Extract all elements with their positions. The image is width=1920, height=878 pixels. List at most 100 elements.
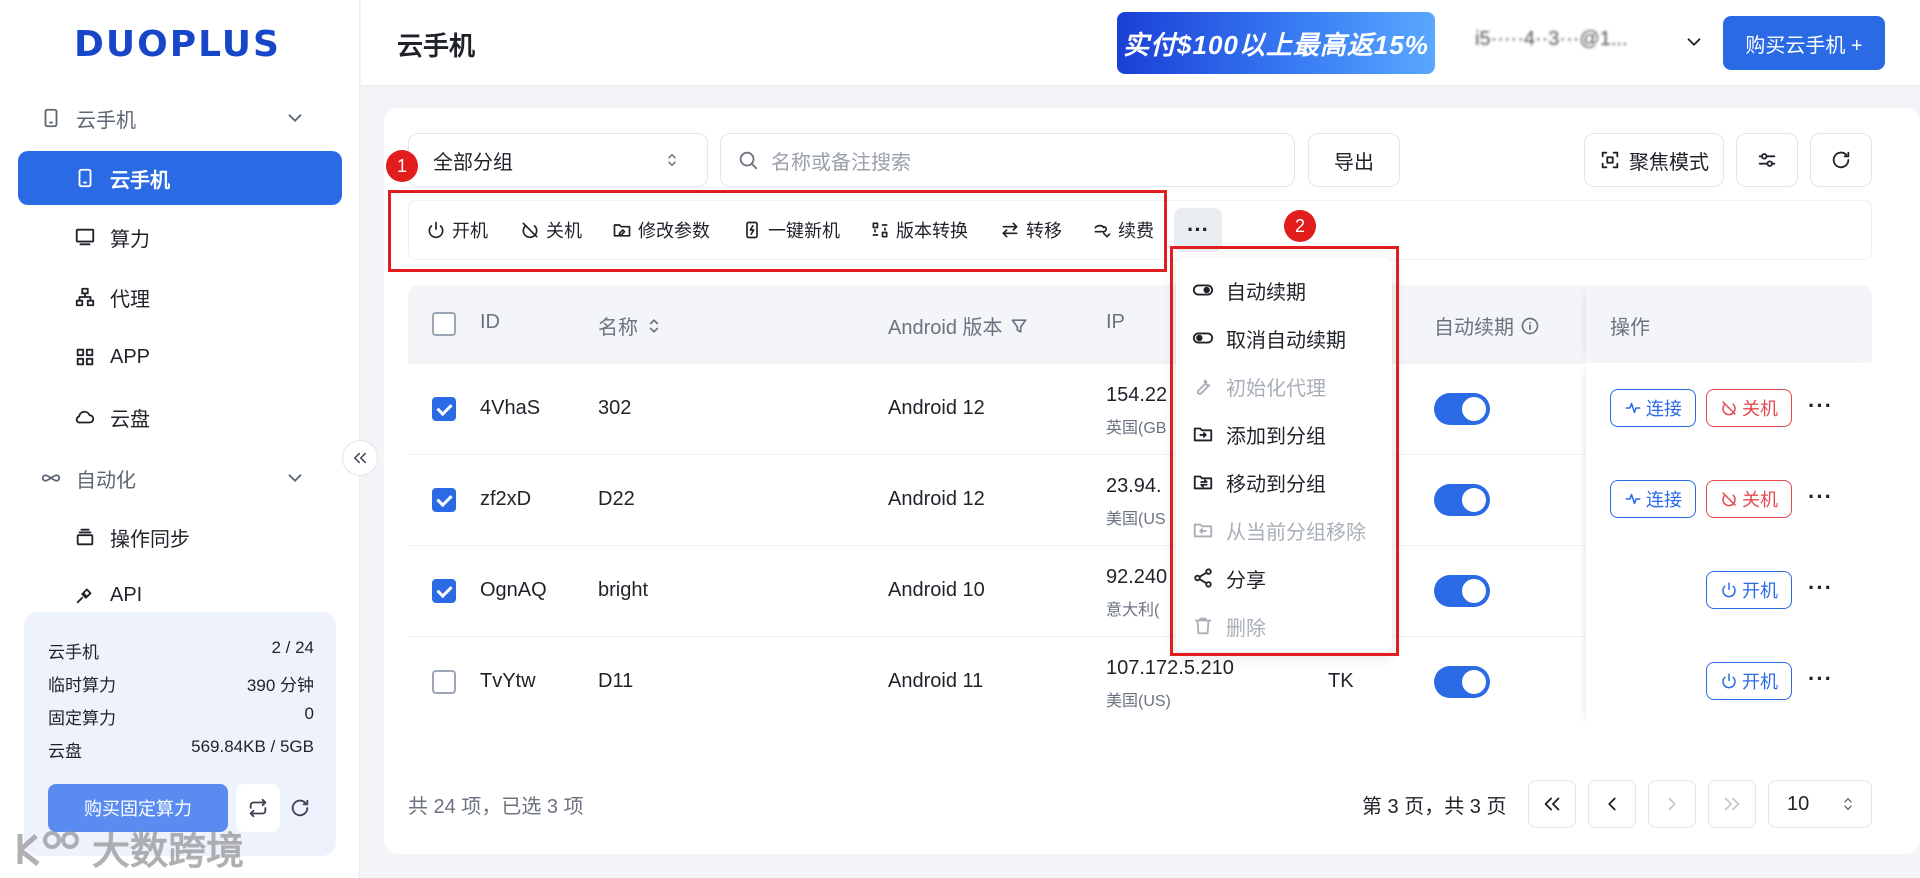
sidebar-item-cloud-phone[interactable]: 云手机 [18,151,342,205]
first-page-button[interactable] [1528,780,1576,828]
column-label: 名称 [598,317,638,339]
row-more-button[interactable]: ··· [1808,393,1833,419]
power-icon [1722,582,1736,598]
refresh-button[interactable] [1810,133,1872,187]
select-all-checkbox[interactable] [432,312,456,336]
connect-button[interactable]: 连接 [1610,389,1696,427]
cell-name: D11 [598,670,634,692]
sidebar-item-api[interactable]: API [18,570,342,606]
grid-icon [76,348,94,366]
shutdown-button[interactable]: 关机 [1706,389,1792,427]
search-icon [739,151,758,170]
button-label: 连接 [1646,490,1682,510]
refresh-stats-button[interactable] [284,784,316,832]
sidebar-item-label: 云盘 [110,408,150,431]
chevron-down-icon[interactable] [1683,31,1705,53]
cell-id: zf2xD [480,488,532,510]
sidebar-item-label: 代理 [110,288,150,311]
watermark-text: 大数跨境 [92,831,245,873]
cell-ip: 154.22 [1106,384,1168,406]
auto-renew-toggle[interactable] [1434,575,1490,607]
boot-button[interactable]: 开机 [1706,571,1792,609]
annotation-box-1 [388,190,1167,272]
focus-mode-label: 聚焦模式 [1629,151,1709,174]
actions-column: 连接 关机 ··· 连接 关机 ··· 开机 ··· 开机 ··· [1586,363,1872,725]
column-name[interactable]: 名称 [598,311,664,340]
stat-label: 云手机 [48,643,99,662]
boot-button[interactable]: 开机 [1706,662,1792,700]
duoplus-logo[interactable]: DUOPLUS [74,24,281,65]
cell-extra: TK [1328,670,1354,692]
actions-column-header: 操作 [1586,285,1872,363]
sidebar-item-label: 算力 [110,228,150,251]
last-page-button [1708,780,1756,828]
filter-settings-button[interactable] [1736,133,1798,187]
stat-row: 云盘 569.84KB / 5GB [48,737,314,762]
sidebar-item-proxy[interactable]: 代理 [18,270,342,324]
sidebar-item-compute[interactable]: 算力 [18,210,342,264]
stat-row: 临时算力 390 分钟 [48,671,314,696]
search-input[interactable]: 名称或备注搜索 [720,133,1295,187]
watermark: 大数跨境 [12,820,244,875]
row-more-button[interactable]: ··· [1808,484,1833,510]
cell-android: Android 12 [888,488,985,510]
collapse-sidebar-button[interactable] [342,440,378,476]
row-more-button[interactable]: ··· [1808,666,1833,692]
column-android[interactable]: Android 版本 [888,311,1029,340]
shutdown-button[interactable]: 关机 [1706,480,1792,518]
info-icon[interactable] [1520,316,1540,336]
watermark-logo-icon [17,830,79,866]
sidebar-item-label: 云手机 [110,169,170,192]
group-select[interactable]: 全部分组 [408,133,708,187]
top-header: 云手机 实付$100以上最高返15% i5·····4··3···@1... 购… [361,0,1920,86]
stat-value: 2 / 24 [271,638,314,657]
chevron-down-icon [288,114,302,122]
sort-arrows-icon [1844,798,1852,810]
row-checkbox[interactable] [432,397,456,421]
buy-cloud-phone-button[interactable]: 购买云手机 + [1723,16,1885,70]
stat-row: 固定算力 0 [48,704,314,729]
cell-android: Android 11 [888,670,984,692]
annotation-box-2 [1170,246,1399,656]
filter-icon [1011,318,1026,333]
cell-region: 英国(GB [1106,420,1167,437]
sidebar-item-app[interactable]: APP [18,330,342,384]
stat-value: 390 分钟 [246,676,314,695]
double-chevron-right-icon [1724,797,1740,811]
infinity-icon [41,474,61,482]
sidebar-item-label: 操作同步 [110,528,190,551]
connect-button[interactable]: 连接 [1610,480,1696,518]
nav-group-automation[interactable]: 自动化 [40,458,320,498]
focus-mode-button[interactable]: 聚焦模式 [1584,133,1724,187]
prev-page-button[interactable] [1588,780,1636,828]
chevron-left-icon [1608,797,1616,811]
auto-renew-toggle[interactable] [1434,666,1490,698]
cell-region: 美国(US) [1106,693,1171,710]
auto-renew-toggle[interactable] [1434,393,1490,425]
selection-summary: 共 24 项，已选 3 项 [408,796,584,818]
sidebar-item-sync[interactable]: 操作同步 [18,510,342,564]
page-size-select[interactable]: 10 [1768,780,1872,828]
row-checkbox[interactable] [432,488,456,512]
phone-icon [78,168,92,188]
auto-renew-toggle[interactable] [1434,484,1490,516]
page-size-value: 10 [1787,792,1810,815]
account-email[interactable]: i5·····4··3···@1... [1475,28,1628,51]
row-more-button[interactable]: ··· [1808,575,1833,601]
stat-value: 569.84KB / 5GB [191,737,314,756]
row-checkbox[interactable] [432,670,456,694]
stat-label: 临时算力 [48,676,116,695]
sidebar-item-cloud-drive[interactable]: 云盘 [18,390,342,444]
device-table: ID 名称 Android 版本 IP 自动续期 操作 4VhaS 302 An… [408,285,1872,725]
double-chevron-left-icon [1544,797,1560,811]
cell-id: TvYtw [480,670,536,692]
double-chevron-left-icon [354,452,366,464]
sliders-icon [1758,153,1776,167]
cell-name: bright [598,579,649,601]
stat-row: 云手机 2 / 24 [48,638,314,663]
export-button[interactable]: 导出 [1308,133,1400,187]
promo-banner[interactable]: 实付$100以上最高返15% [1117,12,1435,74]
column-ip: IP [1106,311,1125,333]
nav-group-cloud-phone[interactable]: 云手机 [40,98,320,138]
row-checkbox[interactable] [432,579,456,603]
